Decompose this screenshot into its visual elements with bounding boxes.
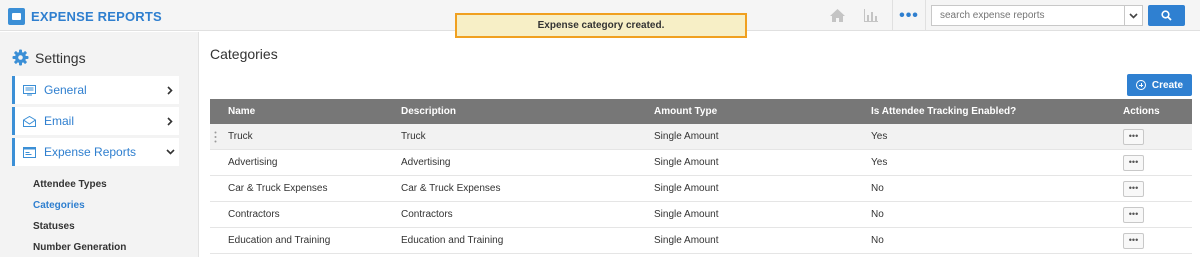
- row-actions-button[interactable]: •••: [1123, 180, 1144, 197]
- chevron-right-icon: [161, 116, 179, 126]
- create-button-label: Create: [1151, 79, 1184, 91]
- app-brand[interactable]: EXPENSE REPORTS: [8, 6, 162, 26]
- drag-handle-icon[interactable]: [214, 131, 217, 143]
- column-header-attendee-tracking[interactable]: Is Attendee Tracking Enabled?: [871, 106, 1016, 117]
- subnav-statuses[interactable]: Statuses: [33, 221, 75, 232]
- chevron-down-icon: [161, 149, 179, 155]
- bar-chart-icon[interactable]: [856, 0, 886, 31]
- column-header-name[interactable]: Name: [228, 106, 255, 117]
- table-row[interactable]: Education and Training Education and Tra…: [210, 228, 1192, 254]
- row-actions-button[interactable]: •••: [1123, 232, 1144, 249]
- monitor-icon: [23, 84, 36, 95]
- search-button[interactable]: [1148, 5, 1185, 26]
- app-logo-icon: [8, 7, 25, 25]
- row-actions-button[interactable]: •••: [1123, 154, 1144, 171]
- cell-attendee-tracking: No: [871, 209, 884, 220]
- cell-name: Contractors: [228, 209, 280, 220]
- cell-amount-type: Single Amount: [654, 131, 719, 142]
- cell-amount-type: Single Amount: [654, 183, 719, 194]
- cell-amount-type: Single Amount: [654, 235, 719, 246]
- create-button[interactable]: Create: [1127, 74, 1192, 96]
- sidebar-item-label: General: [44, 83, 87, 97]
- settings-heading-label: Settings: [35, 49, 86, 66]
- chevron-down-icon: [1129, 12, 1138, 19]
- home-icon[interactable]: [822, 0, 852, 31]
- table-row[interactable]: Contractors Contractors Single Amount No…: [210, 202, 1192, 228]
- cell-attendee-tracking: No: [871, 183, 884, 194]
- plus-circle-icon: [1135, 80, 1146, 90]
- cell-description: Car & Truck Expenses: [401, 183, 501, 194]
- settings-heading: Settings: [12, 49, 86, 66]
- row-actions-button[interactable]: •••: [1123, 206, 1144, 223]
- row-actions-button[interactable]: •••: [1123, 128, 1144, 145]
- cell-name: Education and Training: [228, 235, 331, 246]
- app-title: EXPENSE REPORTS: [31, 8, 162, 24]
- search-box: [931, 5, 1143, 26]
- cell-amount-type: Single Amount: [654, 157, 719, 168]
- cell-description: Contractors: [401, 209, 453, 220]
- table-row[interactable]: Truck Truck Single Amount Yes •••: [210, 124, 1192, 150]
- table-header: Name Description Amount Type Is Attendee…: [210, 99, 1192, 124]
- cell-name: Car & Truck Expenses: [228, 183, 328, 194]
- sidebar-item-label: Email: [44, 114, 75, 128]
- subnav-number-generation[interactable]: Number Generation: [33, 242, 126, 253]
- cell-name: Advertising: [228, 157, 278, 168]
- cell-attendee-tracking: No: [871, 235, 884, 246]
- card-icon: [23, 146, 36, 158]
- subnav-categories[interactable]: Categories: [33, 200, 85, 211]
- chevron-right-icon: [161, 85, 179, 95]
- sidebar-item-label: Expense Reports: [44, 145, 137, 159]
- sidebar: Settings General Email Expense Reports A…: [0, 32, 199, 257]
- sidebar-item-email[interactable]: Email: [12, 107, 179, 135]
- table-row[interactable]: Advertising Advertising Single Amount Ye…: [210, 150, 1192, 176]
- cell-description: Education and Training: [401, 235, 504, 246]
- search-icon: [1161, 10, 1172, 21]
- cell-description: Advertising: [401, 157, 451, 168]
- subnav-attendee-types[interactable]: Attendee Types: [33, 179, 107, 190]
- cell-attendee-tracking: Yes: [871, 157, 888, 168]
- column-header-actions: Actions: [1123, 106, 1160, 117]
- cell-attendee-tracking: Yes: [871, 131, 888, 142]
- cell-amount-type: Single Amount: [654, 209, 719, 220]
- sidebar-item-general[interactable]: General: [12, 76, 179, 104]
- more-options-icon[interactable]: •••: [892, 0, 926, 31]
- gear-icon: [12, 49, 29, 66]
- page-title: Categories: [210, 46, 278, 62]
- search-input[interactable]: [932, 6, 1124, 25]
- column-header-amount-type[interactable]: Amount Type: [654, 106, 717, 117]
- cell-description: Truck: [401, 131, 426, 142]
- column-header-description[interactable]: Description: [401, 106, 456, 117]
- cell-name: Truck: [228, 131, 253, 142]
- search-dropdown-toggle[interactable]: [1124, 6, 1142, 25]
- sidebar-item-expense-reports[interactable]: Expense Reports: [12, 138, 179, 166]
- table-row[interactable]: Car & Truck Expenses Car & Truck Expense…: [210, 176, 1192, 202]
- envelope-icon: [23, 115, 36, 127]
- categories-table: Name Description Amount Type Is Attendee…: [210, 99, 1192, 254]
- success-toast: Expense category created.: [455, 13, 747, 38]
